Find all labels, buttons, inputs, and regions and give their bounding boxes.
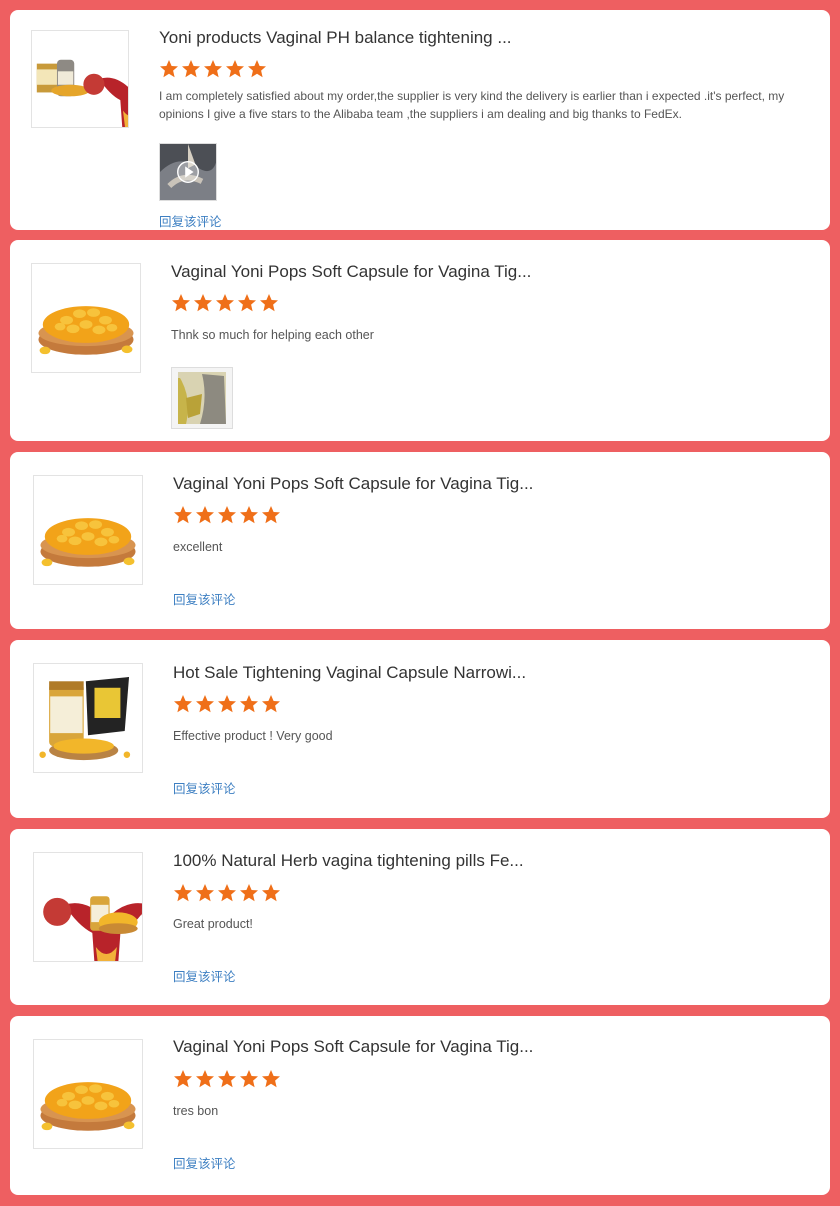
- star-rating: [171, 293, 279, 313]
- star-icon: [159, 59, 179, 79]
- star-rating: [173, 694, 281, 714]
- star-icon: [237, 293, 257, 313]
- star-icon: [217, 694, 237, 714]
- product-title[interactable]: Yoni products Vaginal PH balance tighten…: [159, 28, 512, 48]
- product-thumbnail[interactable]: [33, 852, 143, 962]
- star-icon: [193, 293, 213, 313]
- star-icon: [215, 293, 235, 313]
- star-icon: [261, 1069, 281, 1089]
- star-rating: [173, 505, 281, 525]
- product-thumbnail[interactable]: [33, 1039, 143, 1149]
- star-icon: [171, 293, 191, 313]
- star-icon: [195, 883, 215, 903]
- review-card: Vaginal Yoni Pops Soft Capsule for Vagin…: [10, 452, 830, 629]
- review-card: Yoni products Vaginal PH balance tighten…: [10, 10, 830, 230]
- uterus-bottle-image: [34, 853, 142, 961]
- video-thumbnail-image: [160, 144, 216, 200]
- star-icon: [225, 59, 245, 79]
- star-icon: [239, 883, 259, 903]
- reply-link[interactable]: 回复该评论: [173, 1153, 236, 1172]
- review-card: Hot Sale Tightening Vaginal Capsule Narr…: [10, 640, 830, 818]
- star-icon: [247, 59, 267, 79]
- product-thumbnail[interactable]: [33, 475, 143, 585]
- star-rating: [173, 1069, 281, 1089]
- product-title[interactable]: Vaginal Yoni Pops Soft Capsule for Vagin…: [173, 474, 533, 494]
- review-comment: Effective product ! Very good: [173, 729, 333, 743]
- review-photo: [172, 368, 232, 428]
- review-card: Vaginal Yoni Pops Soft Capsule for Vagin…: [10, 1016, 830, 1195]
- star-icon: [173, 694, 193, 714]
- star-icon: [173, 1069, 193, 1089]
- star-icon: [195, 505, 215, 525]
- review-comment: I am completely satisfied about my order…: [159, 89, 785, 121]
- product-title[interactable]: Hot Sale Tightening Vaginal Capsule Narr…: [173, 663, 526, 683]
- star-icon: [181, 59, 201, 79]
- capsule-bowl-image: [34, 1040, 142, 1148]
- star-icon: [239, 1069, 259, 1089]
- star-rating: [173, 883, 281, 903]
- star-icon: [195, 694, 215, 714]
- photo-thumbnail[interactable]: [171, 367, 233, 429]
- star-icon: [259, 293, 279, 313]
- reply-link[interactable]: 回复该评论: [173, 966, 236, 985]
- review-comment: excellent: [173, 540, 223, 554]
- yoni-products-image: [32, 31, 128, 127]
- reply-link[interactable]: 回复该评论: [173, 589, 236, 608]
- star-icon: [261, 505, 281, 525]
- review-comment: Great product!: [173, 917, 253, 931]
- capsule-bowl-image: [34, 476, 142, 584]
- star-icon: [239, 505, 259, 525]
- star-rating: [159, 59, 267, 79]
- reply-link[interactable]: 回复该评论: [159, 211, 222, 230]
- star-icon: [217, 505, 237, 525]
- review-card: Vaginal Yoni Pops Soft Capsule for Vagin…: [10, 240, 830, 441]
- product-thumbnail[interactable]: [31, 263, 141, 373]
- star-icon: [203, 59, 223, 79]
- star-icon: [261, 694, 281, 714]
- star-icon: [173, 883, 193, 903]
- star-icon: [261, 883, 281, 903]
- review-card: 100% Natural Herb vagina tightening pill…: [10, 829, 830, 1005]
- review-comment: tres bon: [173, 1104, 219, 1118]
- product-title[interactable]: Vaginal Yoni Pops Soft Capsule for Vagin…: [173, 1037, 533, 1057]
- star-icon: [195, 1069, 215, 1089]
- star-icon: [173, 505, 193, 525]
- capsule-bowl-image: [32, 264, 140, 372]
- product-title[interactable]: 100% Natural Herb vagina tightening pill…: [173, 851, 524, 871]
- product-thumbnail[interactable]: [31, 30, 129, 128]
- video-thumbnail[interactable]: [159, 143, 217, 201]
- capsule-bottle-pack-image: [34, 664, 142, 772]
- star-icon: [217, 883, 237, 903]
- product-thumbnail[interactable]: [33, 663, 143, 773]
- reply-link[interactable]: 回复该评论: [173, 778, 236, 797]
- star-icon: [217, 1069, 237, 1089]
- product-title[interactable]: Vaginal Yoni Pops Soft Capsule for Vagin…: [171, 262, 531, 282]
- review-comment: Thnk so much for helping each other: [171, 328, 374, 342]
- star-icon: [239, 694, 259, 714]
